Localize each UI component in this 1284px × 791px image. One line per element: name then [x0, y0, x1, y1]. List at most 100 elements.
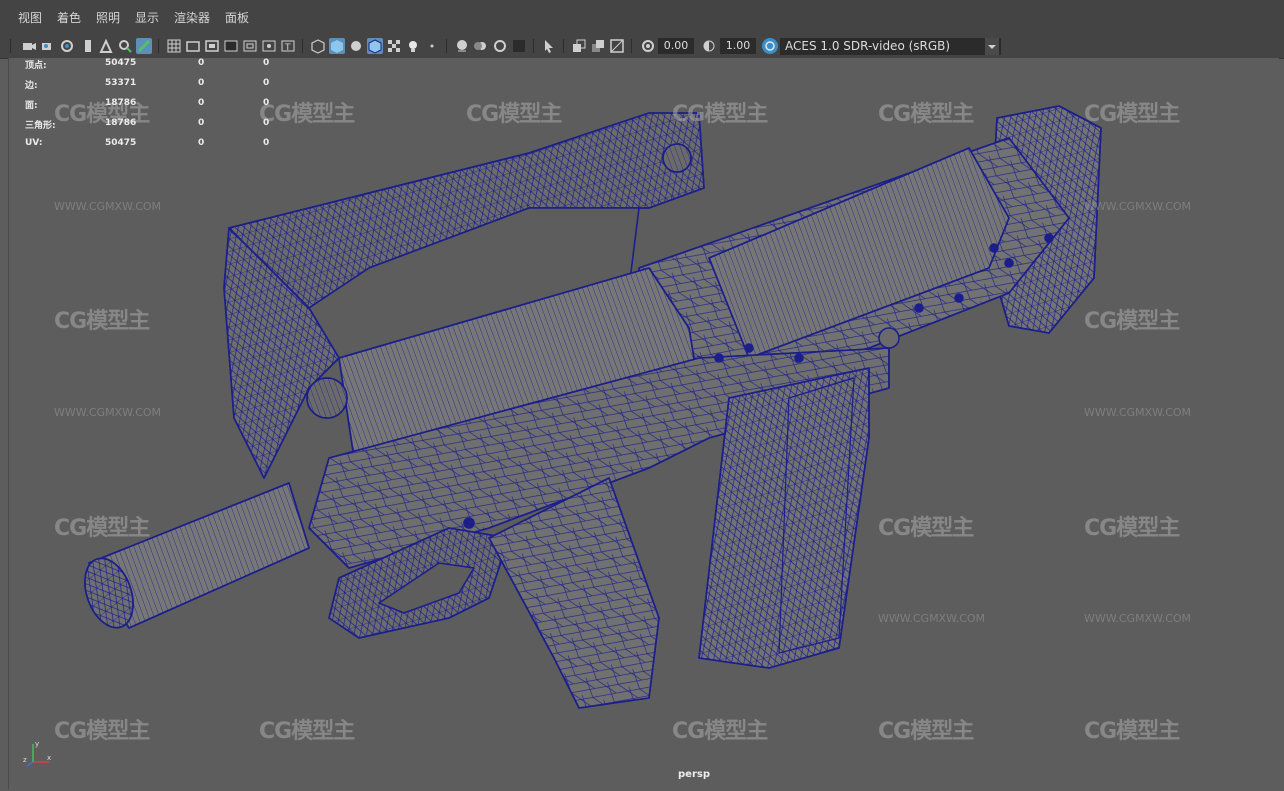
xray-icon[interactable] [386, 38, 402, 54]
axis-label-x: x [47, 754, 51, 762]
hud-components: 0 [263, 118, 270, 128]
isolate-select-icon[interactable] [541, 38, 557, 54]
hud-label: 顶点: [25, 61, 47, 71]
axis-gizmo-icon: y x z [23, 740, 51, 767]
toolbar-separator [446, 39, 447, 53]
bookmarks-icon[interactable] [59, 38, 75, 54]
watermark-logo: CG模型主 [878, 102, 974, 127]
hud-row-edges: 边: 53371 0 0 [25, 78, 285, 91]
motion-blur-icon[interactable] [473, 38, 489, 54]
camera-name-label: persp [678, 769, 710, 780]
wireframe-model [84, 105, 1102, 709]
view-transform-value: ACES 1.0 SDR-video (sRGB) [785, 39, 951, 53]
gamma-field[interactable]: 1.00 [720, 38, 756, 54]
watermark-logo: CG模型主 [466, 102, 562, 127]
hud-value: 53371 [105, 78, 137, 88]
toolbar-separator [533, 39, 534, 53]
axis-label-y: y [35, 740, 39, 748]
watermark-logo: CG模型主 [878, 516, 974, 541]
watermark-logo: CG模型主 [672, 719, 768, 744]
hud-value: 18786 [105, 118, 137, 128]
screen-space-ao-icon[interactable] [454, 38, 470, 54]
camera-attributes-icon[interactable] [40, 38, 56, 54]
viewport-menu-bar: 视图 着色 照明 显示 渲染器 面板 [0, 0, 1284, 34]
axis-label-z: z [23, 756, 27, 764]
hud-row-triangles: 三角形: 18786 0 0 [25, 118, 285, 131]
watermark-logo: CG模型主 [1084, 102, 1180, 127]
hud-components: 0 [263, 58, 270, 68]
grid-icon[interactable] [166, 38, 182, 54]
hud-label: 边: [25, 81, 38, 91]
hud-row-vertices: 顶点: 50475 0 0 [25, 58, 285, 71]
toolbar-separator [631, 39, 632, 53]
xray-active-components-icon[interactable] [590, 38, 606, 54]
watermark-url: WWW.CGMXW.COM [878, 612, 986, 625]
viewport-toolbar: T 0.00 1.00 ACES 1.0 SDR-video (sRGB) [0, 34, 1284, 59]
exposure-icon[interactable] [640, 38, 656, 54]
use-all-lights-icon[interactable] [405, 38, 421, 54]
watermark-logo: CG模型主 [54, 719, 150, 744]
exposure-field[interactable]: 0.00 [658, 38, 694, 54]
hud-value: 50475 [105, 58, 137, 68]
hud-label: UV: [25, 138, 43, 148]
grease-pencil-icon[interactable] [136, 38, 152, 54]
xray-joints-icon[interactable] [571, 38, 587, 54]
toolbar-separator [563, 39, 564, 53]
watermark-logo: CG模型主 [1084, 309, 1180, 334]
hud-value: 50475 [105, 138, 137, 148]
depth-of-field-icon[interactable] [511, 38, 527, 54]
watermark-logo: CG模型主 [54, 516, 150, 541]
safe-action-icon[interactable] [261, 38, 277, 54]
maya-viewport-window: 视图 着色 照明 显示 渲染器 面板 T 0.00 1.00 ACES 1.0 … [0, 0, 1284, 791]
watermark-url: WWW.CGMXW.COM [1084, 200, 1192, 213]
menu-renderer[interactable]: 渲染器 [174, 9, 210, 26]
smooth-shade-icon[interactable] [329, 38, 345, 54]
hud-value: 18786 [105, 98, 137, 108]
hud-selected: 0 [198, 98, 205, 108]
wireframe-shading-icon[interactable] [310, 38, 326, 54]
hud-selected: 0 [198, 58, 205, 68]
bookmark-flag-icon[interactable] [80, 38, 96, 54]
watermark-logo: CG模型主 [259, 719, 355, 744]
anti-aliasing-icon[interactable] [492, 38, 508, 54]
wireframe-on-shaded-icon[interactable] [367, 38, 383, 54]
perspective-viewport[interactable]: CG模型主 CG模型主 CG模型主 CG模型主 CG模型主 CG模型主 WWW.… [8, 58, 1279, 789]
image-plane-icon[interactable] [98, 38, 114, 54]
hud-label: 三角形: [25, 121, 56, 131]
hud-components: 0 [263, 98, 270, 108]
svg-text:T: T [284, 43, 291, 53]
watermark-url: WWW.CGMXW.COM [1084, 612, 1192, 625]
watermark-logo: CG模型主 [672, 102, 768, 127]
hud-selected: 0 [198, 118, 205, 128]
hud-row-uvs: UV: 50475 0 0 [25, 138, 285, 150]
hud-components: 0 [263, 78, 270, 88]
default-material-icon[interactable] [348, 38, 364, 54]
watermark-logo: CG模型主 [54, 309, 150, 334]
watermark-logo: CG模型主 [1084, 516, 1180, 541]
gamma-icon[interactable] [701, 38, 717, 54]
hud-selected: 0 [198, 78, 205, 88]
menu-lighting[interactable]: 照明 [96, 9, 120, 26]
chevron-down-icon[interactable] [985, 38, 999, 55]
hud-label: 面: [25, 101, 38, 111]
backface-culling-icon[interactable] [609, 38, 625, 54]
safe-title-icon[interactable]: T [280, 38, 296, 54]
2d-pan-zoom-icon[interactable] [117, 38, 133, 54]
menu-show[interactable]: 显示 [135, 9, 159, 26]
color-management-icon[interactable] [762, 38, 778, 54]
watermark-url: WWW.CGMXW.COM [54, 200, 162, 213]
menu-shading[interactable]: 着色 [57, 9, 81, 26]
resolution-gate-icon[interactable] [204, 38, 220, 54]
field-chart-icon[interactable] [242, 38, 258, 54]
film-gate-icon[interactable] [185, 38, 201, 54]
view-transform-dropdown[interactable]: ACES 1.0 SDR-video (sRGB) [780, 38, 1001, 55]
toolbar-separator [10, 39, 11, 53]
select-camera-icon[interactable] [21, 38, 37, 54]
menu-panels[interactable]: 面板 [225, 9, 249, 26]
toolbar-separator [302, 39, 303, 53]
menu-view[interactable]: 视图 [18, 9, 42, 26]
hud-row-faces: 面: 18786 0 0 [25, 98, 285, 111]
watermark-url: WWW.CGMXW.COM [54, 406, 162, 419]
gate-mask-icon[interactable] [223, 38, 239, 54]
shadows-icon[interactable] [424, 38, 440, 54]
